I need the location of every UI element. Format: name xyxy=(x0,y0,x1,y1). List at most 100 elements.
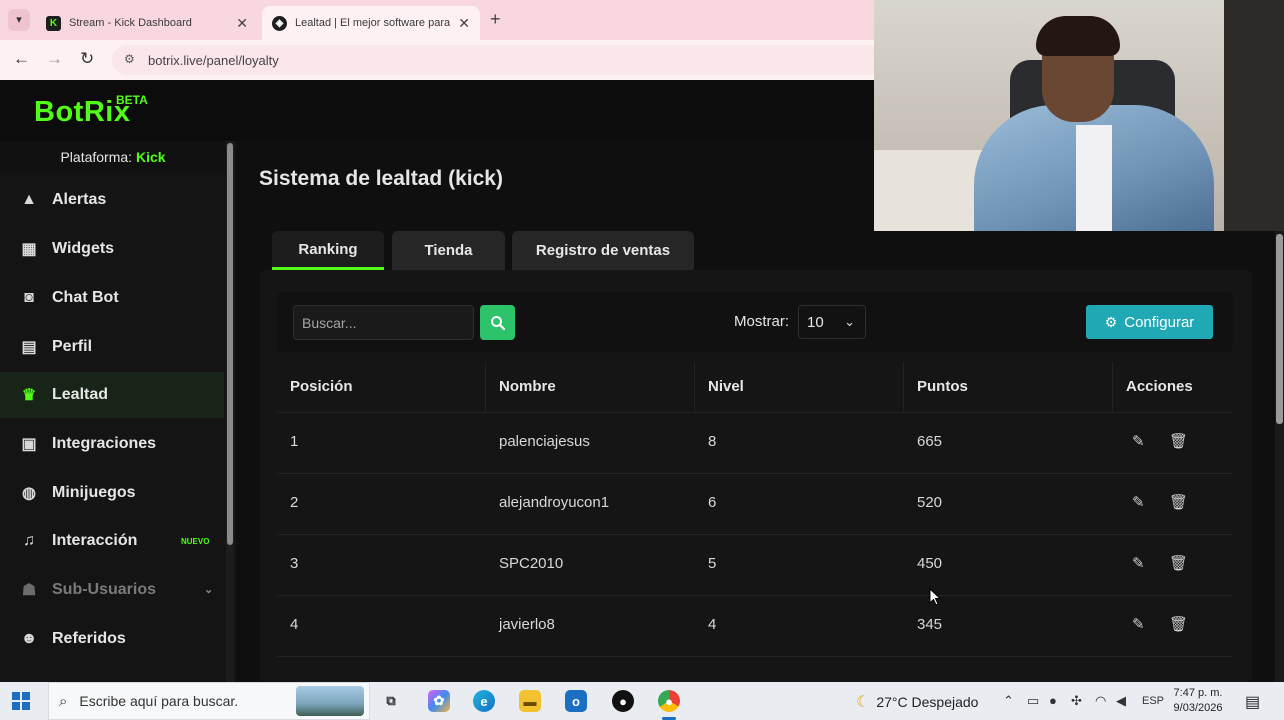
webcam-background-wall xyxy=(1224,0,1284,231)
webcam-person-shirt xyxy=(1076,125,1112,231)
wifi-icon[interactable]: ◠ xyxy=(1095,693,1106,709)
tab-registro-de-ventas[interactable]: Registro de ventas xyxy=(512,231,694,270)
column-divider xyxy=(903,362,904,412)
site-info-icon[interactable]: ⚙ xyxy=(124,52,135,66)
meet-now-icon[interactable]: ▭ xyxy=(1027,693,1039,709)
search-input[interactable] xyxy=(293,305,474,340)
page-title: Sistema de lealtad (kick) xyxy=(259,167,503,190)
cell-position: 2 xyxy=(290,494,299,511)
forward-arrow-icon[interactable]: → xyxy=(46,49,63,69)
column-header-nombre[interactable]: Nombre xyxy=(499,378,556,395)
music-icon: ♫ xyxy=(23,532,35,549)
botrix-favicon-icon: ◈ xyxy=(272,15,287,31)
warning-icon: ▲ xyxy=(21,191,37,208)
row-divider xyxy=(277,412,1233,413)
id-card-icon: ▤ xyxy=(21,339,37,356)
edit-pencil-icon[interactable]: ✎ xyxy=(1132,432,1145,450)
sidebar-item-lealtad[interactable]: ♛ Lealtad xyxy=(0,372,224,418)
windows-start-icon[interactable] xyxy=(12,692,30,710)
mouse-cursor-icon xyxy=(929,588,941,606)
edit-pencil-icon[interactable]: ✎ xyxy=(1132,554,1145,572)
chrome-icon[interactable]: ● xyxy=(658,690,680,720)
weather-widget[interactable]: ☾ 27°C Despejado xyxy=(856,692,978,712)
sidebar-item-label: Minijuegos xyxy=(52,484,136,501)
column-divider xyxy=(1112,362,1113,412)
back-arrow-icon[interactable]: ← xyxy=(13,49,30,69)
outlook-icon[interactable]: o xyxy=(565,690,587,712)
sidebar-item-perfil[interactable]: ▤ Perfil xyxy=(0,324,224,370)
url-text: botrix.live/panel/loyalty xyxy=(148,53,279,68)
app-icon[interactable]: ● xyxy=(612,690,634,712)
sidebar-item-label: Widgets xyxy=(52,240,115,257)
cell-position: 4 xyxy=(290,616,299,633)
sidebar-item-label: Alertas xyxy=(52,191,107,208)
copilot-icon[interactable]: ✿ xyxy=(428,690,450,712)
url-field[interactable]: ⚙ botrix.live/panel/loyalty xyxy=(112,45,882,75)
page-scroll-thumb[interactable] xyxy=(1276,234,1283,424)
sidebar-item-alertas[interactable]: ▲ Alertas xyxy=(0,177,224,223)
delete-trash-icon[interactable]: 🗑 xyxy=(1169,615,1188,633)
reload-icon[interactable]: ↻ xyxy=(80,49,94,69)
edge-browser-icon[interactable]: e xyxy=(473,690,495,712)
sidebar-item-interaccion[interactable]: ♫ Interacción NUEVO xyxy=(0,518,224,564)
microphone-icon[interactable]: ● xyxy=(1049,693,1057,708)
notification-center-icon[interactable]: ▤ xyxy=(1245,692,1260,712)
sidebar-item-minijuegos[interactable]: ◍ Minijuegos xyxy=(0,470,224,516)
webcam-overlay xyxy=(874,0,1284,231)
search-button[interactable] xyxy=(480,305,515,340)
trophy-icon: ♛ xyxy=(21,387,37,404)
tab-search-menu-button[interactable]: ▾ xyxy=(8,9,30,31)
edit-pencil-icon[interactable]: ✎ xyxy=(1132,493,1145,511)
new-badge: NUEVO xyxy=(181,537,210,546)
browser-tab-kick[interactable]: K Stream - Kick Dashboard ✕ xyxy=(36,6,258,40)
delete-trash-icon[interactable]: 🗑 xyxy=(1169,554,1188,572)
delete-trash-icon[interactable]: 🗑 xyxy=(1169,493,1188,511)
sidebar-item-sub-usuarios[interactable]: ☗ Sub-Usuarios ⌄ xyxy=(0,567,224,613)
sidebar-item-label: Sub-Usuarios xyxy=(52,581,157,598)
sidebar-item-chat-bot[interactable]: ◙ Chat Bot xyxy=(0,275,224,321)
sidebar-item-label: Referidos xyxy=(52,630,126,647)
cell-name: javierlo8 xyxy=(499,616,555,633)
language-indicator[interactable]: ESP xyxy=(1142,695,1164,707)
tab-ranking[interactable]: Ranking xyxy=(272,231,384,270)
column-header-puntos[interactable]: Puntos xyxy=(917,378,968,395)
sidebar-item-integraciones[interactable]: ▣ Integraciones xyxy=(0,421,224,467)
sidebar-item-label: Interacción xyxy=(52,532,138,549)
sidebar-scroll-thumb[interactable] xyxy=(227,143,233,545)
search-highlight-image[interactable] xyxy=(296,686,364,716)
column-header-nivel[interactable]: Nivel xyxy=(708,378,744,395)
cell-level: 4 xyxy=(708,616,717,633)
show-entries-select[interactable]: 10 ⌄ xyxy=(798,305,866,339)
search-icon: ⌕ xyxy=(59,692,68,710)
column-header-posicion[interactable]: Posición xyxy=(290,378,353,395)
configure-button[interactable]: ⚙ Configurar xyxy=(1086,305,1213,339)
sidebar-item-label: Chat Bot xyxy=(52,289,119,306)
file-explorer-icon[interactable]: ▬ xyxy=(519,690,541,712)
task-view-icon[interactable]: ⧉ xyxy=(380,690,402,712)
system-clock[interactable]: 7:47 p. m. 9/03/2026 xyxy=(1168,686,1228,716)
accessibility-icon[interactable]: ✣ xyxy=(1071,693,1082,709)
row-divider xyxy=(277,473,1233,474)
new-tab-button[interactable]: + xyxy=(490,9,501,30)
beta-badge: BETA xyxy=(116,93,148,107)
row-divider xyxy=(277,534,1233,535)
volume-icon[interactable]: ◀ xyxy=(1116,693,1126,709)
tab-tienda[interactable]: Tienda xyxy=(392,231,505,270)
sidebar-item-widgets[interactable]: ▦ Widgets xyxy=(0,226,224,272)
edit-pencil-icon[interactable]: ✎ xyxy=(1132,615,1145,633)
close-tab-icon[interactable]: ✕ xyxy=(236,15,248,32)
sidebar-item-referidos[interactable]: ☻ Referidos xyxy=(0,616,224,662)
app-header xyxy=(0,80,874,141)
user-group-icon: ☻ xyxy=(20,630,38,647)
column-divider xyxy=(485,362,486,412)
sidebar-item-label: Perfil xyxy=(52,338,93,355)
clock-time: 7:47 p. m. xyxy=(1173,687,1223,699)
browser-tab-botrix[interactable]: ◈ Lealtad | El mejor software para ✕ xyxy=(262,6,480,40)
tab-title: Lealtad | El mejor software para xyxy=(295,17,451,29)
weather-text: 27°C Despejado xyxy=(876,694,979,710)
chevron-up-icon[interactable]: ⌃ xyxy=(1003,693,1014,709)
plug-icon: ▣ xyxy=(21,436,37,453)
delete-trash-icon[interactable]: 🗑 xyxy=(1169,432,1188,450)
close-tab-icon[interactable]: ✕ xyxy=(458,15,470,32)
row-divider xyxy=(277,656,1233,657)
